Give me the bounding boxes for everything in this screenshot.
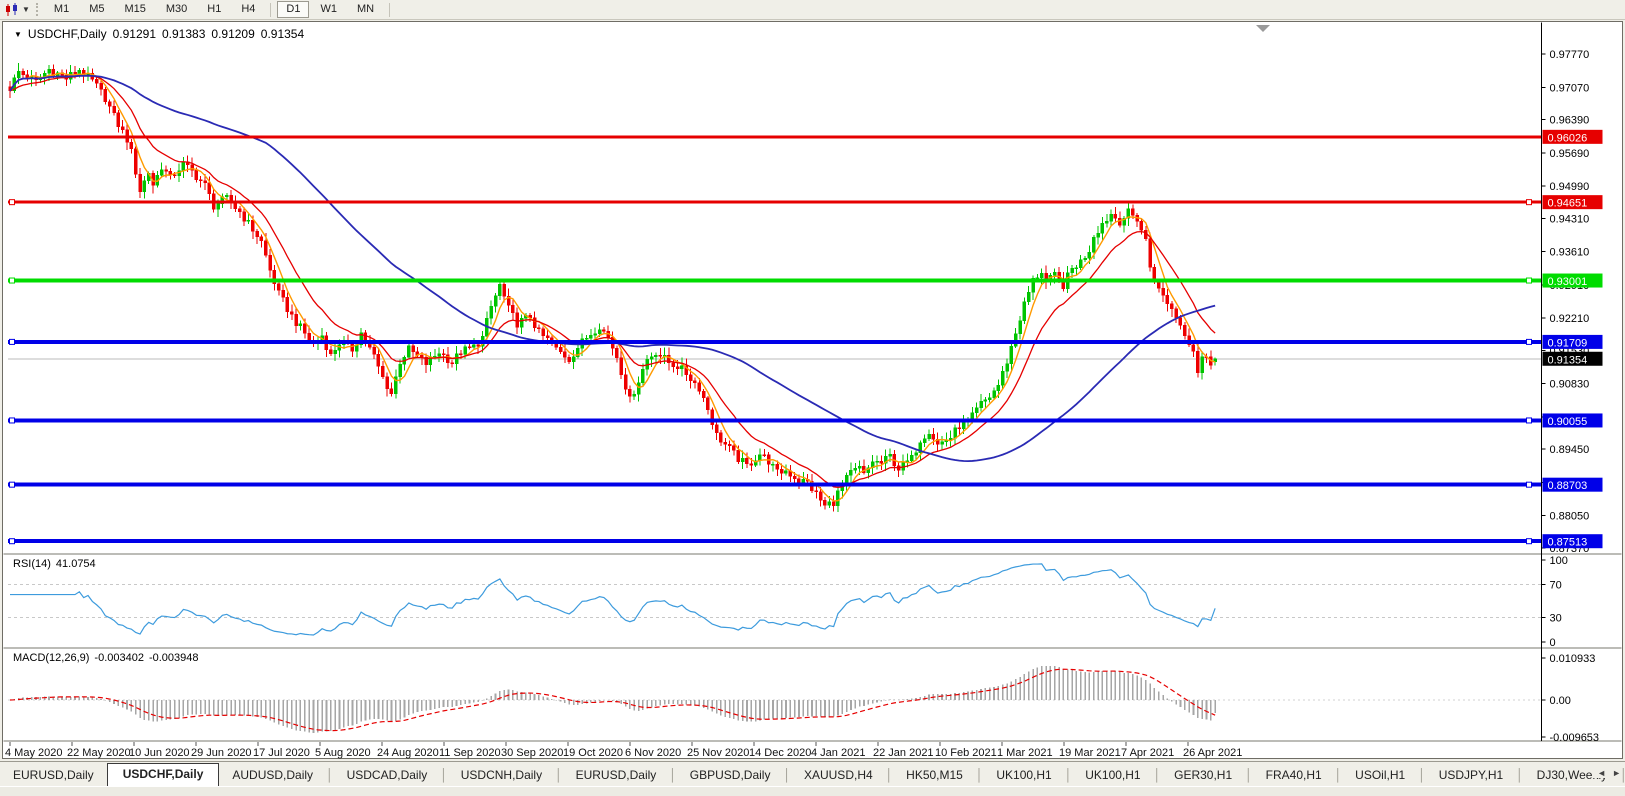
- date-tick-label: 10 Jun 2020: [129, 747, 190, 759]
- tab-scroll-left-icon[interactable]: ◄: [1597, 768, 1606, 778]
- date-tick-label: 22 Jan 2021: [873, 747, 934, 759]
- date-tick-label: 24 Aug 2020: [377, 747, 439, 759]
- line-anchor-handle[interactable]: [1527, 418, 1532, 423]
- date-tick-label: 29 Jun 2020: [191, 747, 252, 759]
- chart-tab-xauusd-h4[interactable]: XAUUSD,H4: [791, 765, 886, 786]
- line-anchor-handle[interactable]: [10, 539, 15, 544]
- line-anchor-handle[interactable]: [10, 278, 15, 283]
- date-tick-label: 6 Nov 2020: [625, 747, 681, 759]
- line-anchor-handle[interactable]: [10, 200, 15, 205]
- tab-separator: │: [1065, 768, 1073, 786]
- chart-symbol: USDCHF,Daily: [28, 27, 107, 41]
- tab-separator: │: [1245, 768, 1253, 786]
- tab-scroll-right-icon[interactable]: ►: [1612, 768, 1621, 778]
- ohlc-open: 0.91291: [113, 27, 156, 41]
- tab-separator: │: [555, 768, 563, 786]
- date-tick-label: 4 May 2020: [5, 747, 62, 759]
- chart-tab-usoil-h1[interactable]: USOil,H1: [1342, 765, 1418, 786]
- ohlc-close: 0.91354: [261, 27, 304, 41]
- svg-text:0.88703: 0.88703: [1548, 480, 1588, 492]
- svg-text:0.96026: 0.96026: [1548, 132, 1588, 144]
- date-tick-label: 19 Oct 2020: [563, 747, 623, 759]
- tab-separator: │: [886, 768, 894, 786]
- rsi-indicator-label: RSI(14)41.0754: [13, 558, 101, 570]
- chart-tab-usdjpy-h1[interactable]: USDJPY,H1: [1426, 765, 1516, 786]
- chart-tab-fra40-h1[interactable]: FRA40,H1: [1253, 765, 1335, 786]
- tab-separator: │: [1154, 768, 1162, 786]
- date-tick-label: 26 Apr 2021: [1183, 747, 1242, 759]
- rsi-tick-label: 0: [1550, 637, 1556, 649]
- chart-tab-usdcad-daily[interactable]: USDCAD,Daily: [334, 765, 441, 786]
- chart-tab-uk100-h1[interactable]: UK100,H1: [983, 765, 1064, 786]
- chart-tab-ger30-h1[interactable]: GER30,H1: [1161, 765, 1245, 786]
- date-tick-label: 19 Mar 2021: [1059, 747, 1121, 759]
- date-tick-label: 4 Jan 2021: [811, 747, 865, 759]
- date-tick-label: 30 Sep 2020: [501, 747, 563, 759]
- line-anchor-handle[interactable]: [1527, 539, 1532, 544]
- date-tick-label: 1 Mar 2021: [997, 747, 1053, 759]
- price-tick-label: 0.96390: [1550, 115, 1590, 127]
- chart-tab-eurusd-daily[interactable]: EURUSD,Daily: [0, 765, 107, 786]
- price-tick-label: 0.90830: [1550, 379, 1590, 391]
- line-anchor-handle[interactable]: [1527, 200, 1532, 205]
- date-tick-label: 7 Apr 2021: [1121, 747, 1174, 759]
- macd-tick-label: 0.00: [1550, 695, 1571, 707]
- line-anchor-handle[interactable]: [10, 418, 15, 423]
- chevron-down-icon[interactable]: ▼: [14, 30, 22, 39]
- chart-tab-hk50-m15[interactable]: HK50,M15: [893, 765, 976, 786]
- tab-separator: │: [440, 768, 448, 786]
- rsi-tick-label: 30: [1550, 612, 1562, 624]
- price-tick-label: 0.97770: [1550, 49, 1590, 61]
- svg-text:0.91709: 0.91709: [1548, 337, 1588, 349]
- date-tick-label: 25 Nov 2020: [687, 747, 749, 759]
- price-tick-label: 0.88050: [1550, 511, 1590, 523]
- line-anchor-handle[interactable]: [10, 339, 15, 344]
- chart-tab-uk100-h1[interactable]: UK100,H1: [1072, 765, 1153, 786]
- chart-tab-usdchf-daily[interactable]: USDCHF,Daily: [107, 763, 220, 786]
- ohlc-high: 0.91383: [162, 27, 205, 41]
- rsi-tick-label: 70: [1550, 580, 1562, 592]
- price-tick-label: 0.95690: [1550, 148, 1590, 160]
- line-anchor-handle[interactable]: [1527, 482, 1532, 487]
- price-tick-label: 0.94990: [1550, 181, 1590, 193]
- price-tick-label: 0.93610: [1550, 247, 1590, 259]
- svg-text:0.87513: 0.87513: [1548, 537, 1588, 549]
- symbol-tabbar: EURUSD,DailyUSDCHF,DailyAUDUSD,Daily│USD…: [0, 761, 1625, 786]
- svg-text:0.94651: 0.94651: [1548, 198, 1588, 210]
- tab-separator: │: [1418, 768, 1426, 786]
- chart-tab-gbpusd-daily[interactable]: GBPUSD,Daily: [677, 765, 784, 786]
- date-tick-label: 22 May 2020: [67, 747, 131, 759]
- line-anchor-handle[interactable]: [1527, 339, 1532, 344]
- date-tick-label: 14 Dec 2020: [749, 747, 811, 759]
- line-anchor-handle[interactable]: [10, 482, 15, 487]
- tab-separator: │: [1516, 768, 1524, 786]
- date-tick-label: 17 Jul 2020: [253, 747, 310, 759]
- tab-separator: │: [976, 768, 984, 786]
- svg-text:0.93001: 0.93001: [1548, 276, 1588, 288]
- macd-tick-label: 0.010933: [1550, 653, 1596, 665]
- svg-text:0.91354: 0.91354: [1548, 354, 1588, 366]
- rsi-tick-label: 100: [1550, 555, 1568, 567]
- line-anchor-handle[interactable]: [1527, 278, 1532, 283]
- tab-separator: │: [1335, 768, 1343, 786]
- price-tick-label: 0.97070: [1550, 82, 1590, 94]
- date-tick-label: 10 Feb 2021: [935, 747, 997, 759]
- macd-indicator-label: MACD(12,26,9)-0.003402-0.003948: [13, 652, 204, 664]
- tab-separator: │: [669, 768, 677, 786]
- macd-tick-label: -0.009653: [1550, 732, 1600, 744]
- chart-tab-usdcnh-daily[interactable]: USDCNH,Daily: [448, 765, 555, 786]
- chart-tab-audusd-daily[interactable]: AUDUSD,Daily: [219, 765, 326, 786]
- date-tick-label: 11 Sep 2020: [439, 747, 501, 759]
- tab-separator: │: [326, 768, 334, 786]
- date-tick-label: 5 Aug 2020: [315, 747, 371, 759]
- tab-separator: │: [783, 768, 791, 786]
- chart-tab-eurusd-daily[interactable]: EURUSD,Daily: [563, 765, 670, 786]
- svg-text:0.90055: 0.90055: [1548, 416, 1588, 428]
- ohlc-low: 0.91209: [211, 27, 254, 41]
- price-tick-label: 0.94310: [1550, 213, 1590, 225]
- chart-title: ▼ USDCHF,Daily 0.91291 0.91383 0.91209 0.9135…: [14, 27, 304, 41]
- price-tick-label: 0.92210: [1550, 313, 1590, 325]
- price-tick-label: 0.89450: [1550, 444, 1590, 456]
- chart-canvas[interactable]: 0.97770 0.97070 0.96390 0.95690 0.94990 0.943…: [0, 0, 1625, 795]
